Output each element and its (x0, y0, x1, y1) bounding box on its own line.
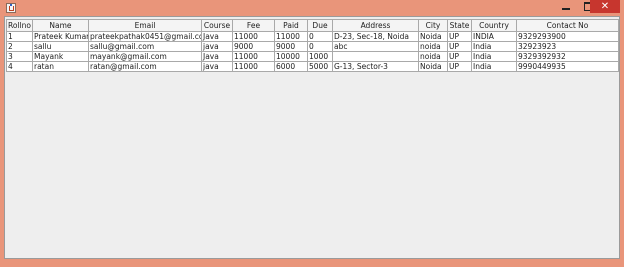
table-cell[interactable]: 1 (6, 31, 33, 42)
table-cell[interactable]: Java (201, 31, 233, 42)
table-cell[interactable]: 11000 (232, 61, 275, 72)
table-cell[interactable]: sallu@gmail.com (88, 41, 202, 52)
table-cell[interactable]: sallu (32, 41, 89, 52)
table-cell[interactable]: 9329392932 (516, 51, 619, 62)
table-cell[interactable]: 4 (6, 61, 33, 72)
table-cell[interactable]: 9000 (232, 41, 275, 52)
table-cell[interactable]: Noida (418, 31, 448, 42)
table-body: 1 Prateek Kumar prateekpathak0451@gmail.co… (6, 31, 619, 72)
table-cell[interactable]: UP (447, 41, 472, 52)
app-window: ✕ Rollno Name Email Course Fee Paid Due Address… (0, 0, 624, 267)
column-header[interactable]: Due (307, 19, 333, 32)
column-header[interactable]: City (418, 19, 448, 32)
table-header-row: Rollno Name Email Course Fee Paid Due Address Ci… (6, 19, 619, 32)
title-bar[interactable]: ✕ (0, 0, 624, 16)
minimize-button[interactable] (555, 0, 577, 13)
table-cell[interactable]: mayank@gmail.com (88, 51, 202, 62)
column-header[interactable]: Address (332, 19, 419, 32)
table-cell[interactable]: 9000 (274, 41, 308, 52)
column-header[interactable]: Rollno (6, 19, 33, 32)
table-cell[interactable]: INDIA (471, 31, 517, 42)
table-cell[interactable]: 3 (6, 51, 33, 62)
table-cell[interactable]: Java (201, 51, 233, 62)
table-cell[interactable]: 0 (307, 31, 333, 42)
column-header[interactable]: State (447, 19, 472, 32)
table-cell[interactable]: India (471, 51, 517, 62)
table-cell[interactable]: abc (332, 41, 419, 52)
table-cell[interactable]: java (201, 41, 233, 52)
table-cell[interactable]: 6000 (274, 61, 308, 72)
table-cell[interactable]: java (201, 61, 233, 72)
table-cell[interactable]: noida (418, 41, 448, 52)
table-cell[interactable]: ratan (32, 61, 89, 72)
column-header[interactable]: Paid (274, 19, 308, 32)
table-cell[interactable]: 5000 (307, 61, 333, 72)
column-header[interactable]: Country (471, 19, 517, 32)
close-icon: ✕ (600, 1, 610, 12)
table-cell[interactable]: prateekpathak0451@gmail.com (88, 31, 202, 42)
table-cell[interactable]: noida (418, 51, 448, 62)
table-cell[interactable]: 0 (307, 41, 333, 52)
column-header[interactable]: Email (88, 19, 202, 32)
table-cell[interactable]: 32923923 (516, 41, 619, 52)
table-cell[interactable]: UP (447, 61, 472, 72)
table-cell[interactable]: 11000 (232, 51, 275, 62)
table-cell[interactable]: ratan@gmail.com (88, 61, 202, 72)
java-cup-icon[interactable] (6, 3, 16, 13)
student-table[interactable]: Rollno Name Email Course Fee Paid Due Address Ci… (6, 19, 619, 72)
table-cell[interactable]: India (471, 61, 517, 72)
table-cell[interactable]: 11000 (232, 31, 275, 42)
table-row[interactable]: 3 Mayank mayank@gmail.com Java 11000 10000 100… (6, 51, 619, 62)
column-header[interactable]: Course (201, 19, 233, 32)
close-button[interactable]: ✕ (590, 0, 620, 13)
table-cell[interactable]: 9990449935 (516, 61, 619, 72)
table-cell[interactable]: G-13, Sector-3 (332, 61, 419, 72)
table-row[interactable]: 4 ratan ratan@gmail.com java 11000 6000 5000 G-… (6, 61, 619, 72)
table-cell[interactable]: 1000 (307, 51, 333, 62)
minimize-icon (562, 8, 570, 10)
column-header[interactable]: Name (32, 19, 89, 32)
table-cell[interactable]: Mayank (32, 51, 89, 62)
column-header[interactable]: Fee (232, 19, 275, 32)
table-cell[interactable]: Noida (418, 61, 448, 72)
table-cell[interactable]: 2 (6, 41, 33, 52)
table-cell[interactable]: D-23, Sec-18, Noida (332, 31, 419, 42)
table-cell[interactable]: 10000 (274, 51, 308, 62)
column-header[interactable]: Contact No (516, 19, 619, 32)
table-cell[interactable]: India (471, 41, 517, 52)
table-scroll-pane[interactable]: Rollno Name Email Course Fee Paid Due Address Ci… (4, 16, 620, 259)
table-cell[interactable]: 11000 (274, 31, 308, 42)
table-cell[interactable]: UP (447, 51, 472, 62)
table-cell[interactable] (332, 51, 419, 62)
table-row[interactable]: 2 sallu sallu@gmail.com java 9000 9000 0 abc noi… (6, 41, 619, 52)
table-row[interactable]: 1 Prateek Kumar prateekpathak0451@gmail.co… (6, 31, 619, 42)
table-cell[interactable]: Prateek Kumar (32, 31, 89, 42)
table-cell[interactable]: 9329293900 (516, 31, 619, 42)
table-cell[interactable]: UP (447, 31, 472, 42)
